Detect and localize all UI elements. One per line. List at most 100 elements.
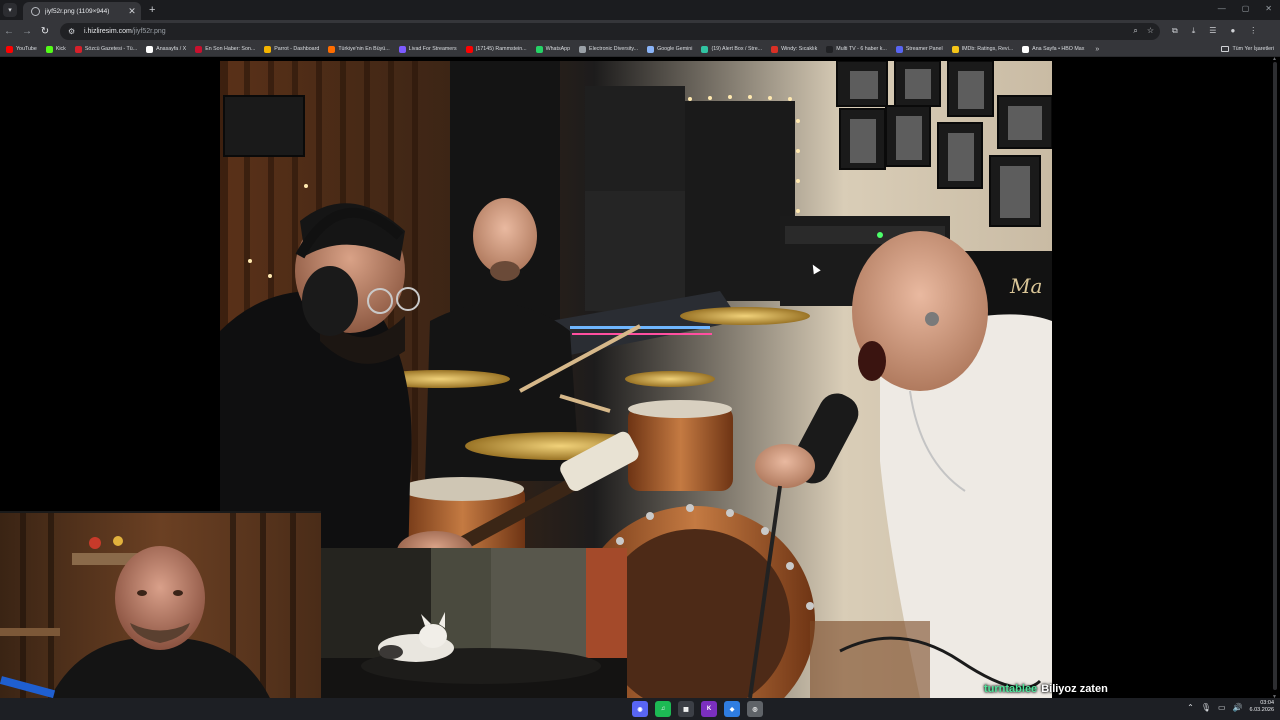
bookmark-item[interactable]: Parrot - Dashboard [264,45,320,53]
bookmark-label: Türkiye'nin En Büyü... [338,46,390,52]
streamer-webcam [0,511,321,720]
bookmark-item[interactable]: Electronic Diversity... [579,45,639,53]
bookmark-label: (17145) Rammstein... [475,46,527,52]
bookmark-item[interactable]: YouTube [6,45,37,53]
zoom-icon[interactable]: ⌕ [1133,26,1137,36]
clock[interactable]: 03:04 6.03.2026 [1250,700,1274,714]
bookmark-favicon-icon [264,45,272,53]
bookmark-favicon-icon [579,45,587,53]
clock-time: 03:04 [1260,700,1274,706]
bookmark-label: Ana Sayfa • HBO Max [1032,46,1085,52]
bookmark-item[interactable]: Streamer Panel [895,45,943,53]
bookmark-item[interactable]: Multi TV - 6 haber k... [826,45,887,53]
chat-text: Biliyoz zaten [1041,683,1108,695]
bookmark-star-icon[interactable]: ☆ [1147,26,1154,36]
tab-title: jiyf52r.png (1109×944) [45,7,110,15]
bookmark-favicon-icon [535,45,543,53]
media-icon[interactable]: ☰ [1209,26,1216,36]
bookmark-item[interactable]: Kick [45,45,66,53]
site-info-icon[interactable]: ⚙ [68,27,80,36]
menu-icon[interactable]: ⋮ [1249,26,1257,36]
bookmark-favicon-icon [328,45,336,53]
close-window-button[interactable]: ✕ [1265,4,1272,13]
address-url: i.hizliresim.com/jiyf52r.png [84,28,166,35]
tab-strip: ▾ jiyf52r.png (1109×944) ✕ + — ▢ ✕ [0,0,1280,20]
address-bar[interactable]: ⚙ i.hizliresim.com/jiyf52r.png ⌕ ☆ [60,22,1160,40]
bookmark-label: Streamer Panel [905,46,943,52]
url-host: i.hizliresim.com [84,27,132,35]
bookmark-label: En Son Haber: Son... [205,46,256,52]
bookmark-label: Multi TV - 6 haber k... [836,46,887,52]
bookmark-item[interactable]: WhatsApp [535,45,570,53]
download-icon[interactable]: ⤓ [1192,26,1196,36]
bookmark-label: IMDb: Ratings, Revi... [961,46,1014,52]
extensions-icon[interactable]: ⧉ [1172,26,1178,36]
globe-icon [31,6,40,16]
bookmark-favicon-icon [771,45,779,53]
bookmark-label: Google Gemini [657,46,693,52]
bookmark-item[interactable]: Google Gemini [647,45,693,53]
forward-button[interactable]: → [18,26,36,37]
spotify-icon[interactable]: ♫ [655,701,671,717]
chat-username: turntablee [984,683,1038,695]
back-button[interactable]: ← [0,26,18,37]
scrollbar-thumb[interactable] [1273,62,1277,690]
tray-chevron-icon[interactable]: ⌃ [1187,703,1194,712]
bookmark-label: Anasayfa / X [156,46,187,52]
browser-toolbar: ← → ↻ ⚙ i.hizliresim.com/jiyf52r.png ⌕ ☆… [0,20,1280,42]
window-controls: — ▢ ✕ [1218,4,1272,13]
calculator-icon[interactable]: ▦ [678,701,694,717]
bookmarks-bar: YouTube Kick Sözcü Gazetesi - Tü... Anasayf… [0,42,1280,57]
bookmark-favicon-icon [895,45,903,53]
bookmark-item[interactable]: Türkiye'nin En Büyü... [328,45,390,53]
bookmark-label: YouTube [16,46,37,52]
kick-icon[interactable]: K [701,701,717,717]
bookmark-favicon-icon [1022,45,1030,53]
profile-icon[interactable]: ● [1230,26,1235,36]
bookmark-item[interactable]: (19) Alert Box / Stre... [701,45,763,53]
bookmark-label: Electronic Diversity... [589,46,639,52]
bookmark-item[interactable]: Sözcü Gazetesi - Tü... [74,45,138,53]
bookmark-favicon-icon [45,45,53,53]
chat-message: turntablee Biliyoz zaten [940,680,1260,698]
discord-icon[interactable]: ◉ [632,701,648,717]
cat-camera [321,548,627,720]
desktop: ▾ jiyf52r.png (1109×944) ✕ + — ▢ ✕ ← → ↻… [0,0,1280,720]
bookmark-item[interactable]: Livad For Streamers [398,45,457,53]
network-icon[interactable]: ▭ [1218,703,1226,712]
bookmark-item[interactable]: Anasayfa / X [146,45,187,53]
folder-icon [1221,46,1230,52]
taskbar-apps: ◉ ♫ ▦ K ◆ ◎ [632,701,763,717]
chrome-icon[interactable]: ◎ [747,701,763,717]
tab-search-icon[interactable]: ▾ [3,3,17,17]
app-blue-icon[interactable]: ◆ [724,701,740,717]
bookmark-label: Parrot - Dashboard [274,46,320,52]
bookmark-item[interactable]: IMDb: Ratings, Revi... [951,45,1014,53]
active-tab[interactable]: jiyf52r.png (1109×944) ✕ [23,2,141,20]
volume-icon[interactable]: 🔊 [1233,703,1243,712]
bookmarks-overflow-button[interactable]: » [1095,46,1099,53]
page-scrollbar[interactable]: ▲ ▼ [1272,56,1278,700]
bookmark-label: (19) Alert Box / Stre... [711,46,763,52]
all-bookmarks-folder[interactable]: Tüm Yer İşaretleri [1221,46,1274,52]
webcam-illustration [0,513,321,720]
all-bookmarks-label: Tüm Yer İşaretleri [1232,46,1274,52]
bookmark-favicon-icon [647,45,655,53]
microphone-icon[interactable]: 🎙 [1201,703,1211,712]
bookmark-favicon-icon [195,45,203,53]
bookmark-label: Kick [55,46,66,52]
bookmark-label: Sözcü Gazetesi - Tü... [84,46,138,52]
bookmark-item[interactable]: Ana Sayfa • HBO Max [1022,45,1085,53]
bookmark-item[interactable]: (17145) Rammstein... [465,45,527,53]
maximize-button[interactable]: ▢ [1242,4,1250,13]
reload-button[interactable]: ↻ [36,26,54,37]
minimize-button[interactable]: — [1218,4,1226,13]
bookmark-favicon-icon [951,45,959,53]
url-path: /jiyf52r.png [131,27,166,35]
new-tab-button[interactable]: + [149,4,155,16]
tab-close-icon[interactable]: ✕ [127,6,137,16]
bookmark-item[interactable]: En Son Haber: Son... [195,45,256,53]
clock-date: 6.03.2026 [1249,707,1274,713]
bookmark-item[interactable]: Windy: Sıcaklık [771,45,817,53]
bookmark-favicon-icon [465,45,473,53]
